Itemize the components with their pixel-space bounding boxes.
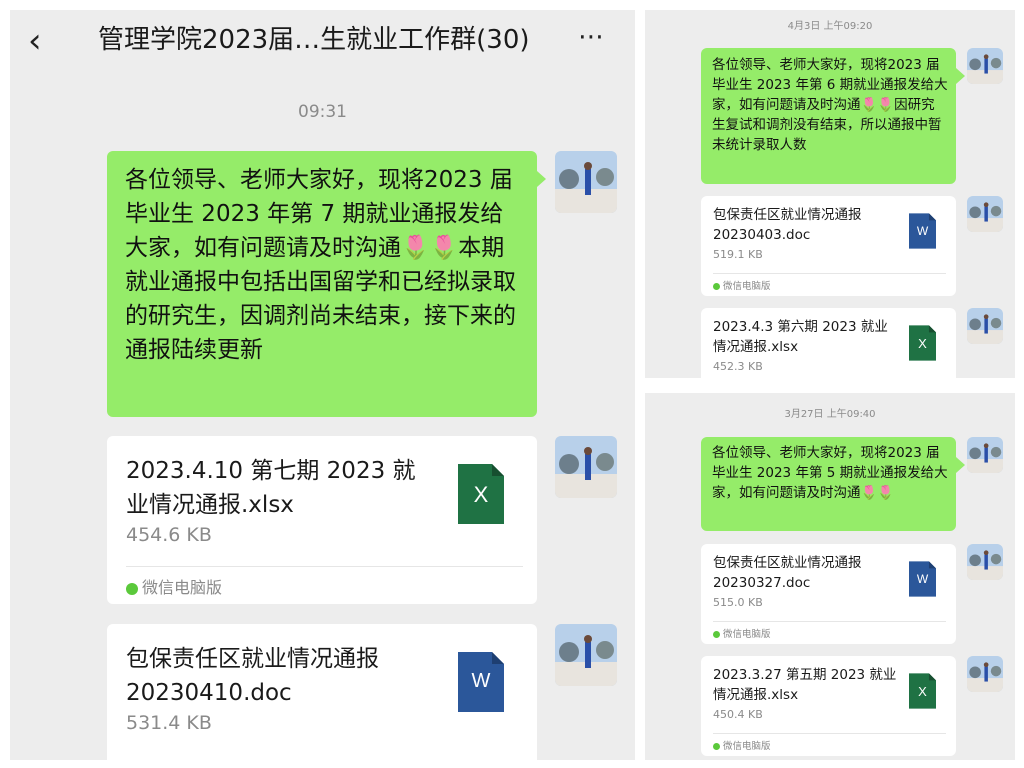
avatar[interactable] <box>967 544 1003 580</box>
source-label: 微信电脑版 <box>713 626 771 640</box>
chat-panel-march27: 3月27日 上午09:40 各位领导、老师大家好，现将2023 届毕业生 202… <box>645 393 1015 760</box>
file-name: 包保责任区就业情况通报20230410.doc <box>126 646 379 706</box>
message-text: 各位领导、老师大家好，现将2023 届毕业生 2023 年第 6 期就业通报发给… <box>712 57 948 153</box>
word-file-icon: W <box>458 652 504 712</box>
message-bubble[interactable]: 各位领导、老师大家好，现将2023 届毕业生 2023 年第 6 期就业通报发给… <box>701 48 965 184</box>
message-timestamp: 4月3日 上午09:20 <box>787 21 873 32</box>
message-text: 各位领导、老师大家好，现将2023 届毕业生 2023 年第 7 期就业通报发给… <box>125 167 516 363</box>
file-card[interactable]: 2023.4.3 第六期 2023 就业情况通报.xlsx 452.3 KB X <box>701 308 956 378</box>
file-size: 519.1 KB <box>713 248 763 261</box>
avatar[interactable] <box>967 308 1003 344</box>
card-divider <box>713 733 946 734</box>
chat-title: 管理学院2023届…生就业工作群(30) <box>98 25 530 55</box>
avatar[interactable] <box>555 151 617 213</box>
avatar[interactable] <box>967 48 1003 84</box>
excel-file-icon: X <box>909 325 936 361</box>
more-dots-icon[interactable]: ⋯ <box>578 22 605 52</box>
file-name: 2023.3.27 第五期 2023 就业情况通报.xlsx <box>713 667 897 703</box>
wechat-pc-icon <box>713 631 720 638</box>
word-file-icon: W <box>909 213 936 249</box>
avatar[interactable] <box>555 436 617 498</box>
message-timestamp: 09:31 <box>298 102 347 122</box>
file-size: 452.3 KB <box>713 360 763 373</box>
file-card[interactable]: 包保责任区就业情况通报20230327.doc 515.0 KB W 微信电脑版 <box>701 544 956 644</box>
source-label: 微信电脑版 <box>126 574 222 598</box>
message-text: 各位领导、老师大家好，现将2023 届毕业生 2023 年第 5 期就业通报发给… <box>712 445 948 501</box>
card-divider <box>713 273 946 274</box>
chevron-left-icon[interactable]: ‹ <box>28 24 56 58</box>
message-bubble[interactable]: 各位领导、老师大家好，现将2023 届毕业生 2023 年第 7 期就业通报发给… <box>107 151 546 417</box>
source-label: 微信电脑版 <box>713 278 771 292</box>
source-label: 微信电脑版 <box>713 738 771 752</box>
file-card[interactable]: 包保责任区就业情况通报20230403.doc 519.1 KB W 微信电脑版 <box>701 196 956 296</box>
file-card[interactable]: 2023.4.10 第七期 2023 就业情况通报.xlsx 454.6 KB … <box>107 436 537 604</box>
avatar[interactable] <box>967 437 1003 473</box>
wechat-pc-icon <box>713 743 720 750</box>
file-name: 2023.4.10 第七期 2023 就业情况通报.xlsx <box>126 458 416 518</box>
excel-file-icon: X <box>909 673 936 709</box>
file-card[interactable]: 2023.3.27 第五期 2023 就业情况通报.xlsx 450.4 KB … <box>701 656 956 756</box>
avatar[interactable] <box>555 624 617 686</box>
excel-file-icon: X <box>458 464 504 524</box>
file-name: 包保责任区就业情况通报20230403.doc <box>713 207 862 243</box>
avatar[interactable] <box>967 196 1003 232</box>
message-bubble[interactable]: 各位领导、老师大家好，现将2023 届毕业生 2023 年第 5 期就业通报发给… <box>701 437 965 531</box>
card-divider <box>126 566 523 567</box>
wechat-pc-icon <box>126 582 138 595</box>
file-card[interactable]: 包保责任区就业情况通报20230410.doc 531.4 KB W <box>107 624 537 760</box>
message-timestamp: 3月27日 上午09:40 <box>784 409 876 420</box>
card-divider <box>713 621 946 622</box>
chat-panel-april3: 4月3日 上午09:20 各位领导、老师大家好，现将2023 届毕业生 2023… <box>645 10 1015 378</box>
file-size: 450.4 KB <box>713 708 763 721</box>
file-name: 包保责任区就业情况通报20230327.doc <box>713 555 862 591</box>
avatar[interactable] <box>967 656 1003 692</box>
wechat-pc-icon <box>713 283 720 290</box>
chat-header: ‹ 管理学院2023届…生就业工作群(30) ⋯ <box>10 10 635 72</box>
chat-panel-main: ‹ 管理学院2023届…生就业工作群(30) ⋯ 09:31 各位领导、老师大家… <box>10 10 635 760</box>
file-size: 515.0 KB <box>713 596 763 609</box>
word-file-icon: W <box>909 561 936 597</box>
file-size: 531.4 KB <box>126 712 212 734</box>
file-name: 2023.4.3 第六期 2023 就业情况通报.xlsx <box>713 319 888 355</box>
file-size: 454.6 KB <box>126 524 212 546</box>
